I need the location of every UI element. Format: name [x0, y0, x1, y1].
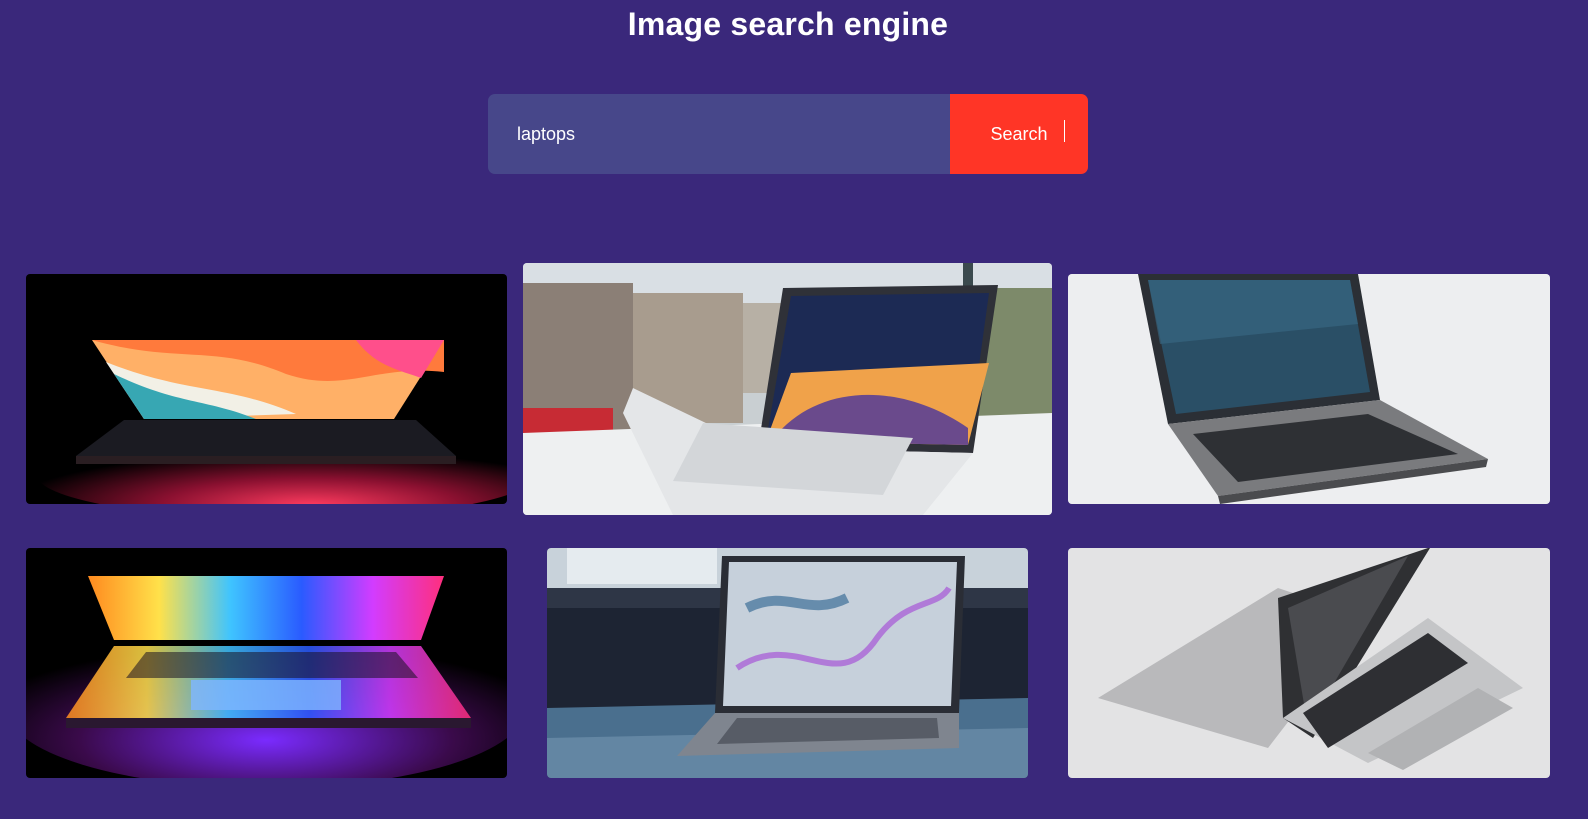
result-image-3[interactable] — [1068, 274, 1550, 504]
result-image-1[interactable] — [26, 274, 507, 504]
result-image-5[interactable] — [547, 548, 1028, 778]
search-input[interactable] — [488, 94, 950, 174]
search-button[interactable]: Search — [950, 94, 1088, 174]
result-image-2[interactable] — [523, 263, 1052, 515]
result-image-4[interactable] — [26, 548, 507, 778]
text-caret — [1064, 120, 1065, 142]
result-image-6[interactable] — [1068, 548, 1550, 778]
page-title: Image search engine — [627, 6, 949, 42]
search-form: Search — [488, 94, 1088, 174]
